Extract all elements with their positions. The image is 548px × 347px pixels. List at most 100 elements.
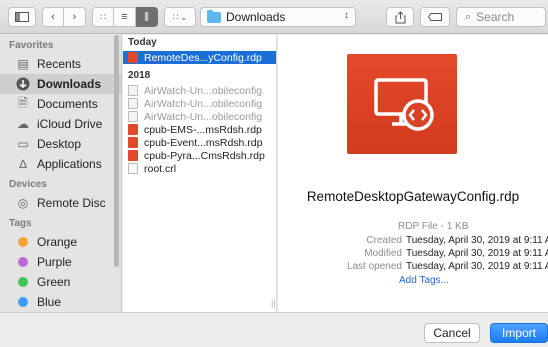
group-header-2018: 2018 bbox=[128, 70, 151, 81]
sidebar-item-applications[interactable]: ∆ Applications bbox=[0, 154, 121, 174]
preview-kind: RDP File - 1 KB bbox=[398, 221, 469, 232]
chevron-left-icon: ‹ bbox=[51, 11, 55, 23]
column-view-button[interactable]: ⫼ bbox=[136, 7, 158, 27]
file-name: cpub-Event...msRdsh.rdp bbox=[144, 136, 263, 149]
config-file-icon bbox=[128, 85, 138, 96]
sidebar-item-label: Documents bbox=[37, 97, 98, 111]
sidebar-item-recents[interactable]: ▤ Recents bbox=[0, 54, 121, 74]
sidebar-item-tag-purple[interactable]: Purple bbox=[0, 252, 121, 272]
back-button[interactable]: ‹ bbox=[42, 7, 64, 27]
cloud-icon: ☁ bbox=[17, 117, 29, 131]
gallery-icon: ∷ bbox=[172, 11, 179, 22]
recents-icon: ▤ bbox=[17, 57, 29, 71]
file-column: Today RemoteDes...yConfig.rdp 2018 AirWa… bbox=[123, 35, 277, 312]
sidebar: Favorites ▤ Recents Downloads 🗎 Document… bbox=[0, 35, 122, 312]
rdp-file-icon bbox=[128, 150, 138, 161]
desktop-icon: ▭ bbox=[17, 137, 29, 151]
file-row[interactable]: cpub-EMS-...msRdsh.rdp bbox=[123, 123, 276, 136]
modified-label: Modified bbox=[364, 248, 402, 259]
file-name: root.crl bbox=[144, 162, 177, 175]
remote-desktop-file-icon bbox=[347, 54, 457, 154]
add-tags-link[interactable]: Add Tags... bbox=[399, 275, 449, 286]
cancel-button[interactable]: Cancel bbox=[424, 323, 480, 343]
sidebar-toggle-button[interactable] bbox=[8, 7, 36, 27]
documents-icon: 🗎 bbox=[18, 95, 28, 110]
sidebar-item-remote-disc[interactable]: ◎ Remote Disc bbox=[0, 193, 121, 213]
sidebar-toggle-icon bbox=[15, 12, 29, 22]
last-opened-value: Tuesday, April 30, 2019 at 9:11 AM bbox=[406, 261, 548, 272]
file-name: cpub-Pyra...CmsRdsh.rdp bbox=[144, 149, 265, 162]
toolbar: ‹ › ∷ ≡ ⫼ ∷ ⌄ Downloads ↕ ⌕ Search bbox=[0, 0, 548, 34]
sidebar-item-tag-green[interactable]: Green bbox=[0, 272, 121, 292]
green-tag-dot-icon bbox=[18, 277, 28, 287]
sidebar-item-label: Remote Disc bbox=[37, 196, 106, 210]
rdp-file-icon bbox=[128, 137, 138, 148]
list-view-button[interactable]: ≡ bbox=[114, 7, 136, 27]
rdp-file-icon bbox=[128, 52, 138, 63]
file-row[interactable]: cpub-Pyra...CmsRdsh.rdp bbox=[123, 149, 276, 162]
search-placeholder: Search bbox=[476, 10, 515, 24]
dialog-footer: Cancel Import bbox=[0, 312, 548, 347]
sidebar-item-downloads[interactable]: Downloads bbox=[0, 74, 121, 94]
tags-header: Tags bbox=[9, 218, 32, 229]
preview-pane: RemoteDesktopGatewayConfig.rdp RDP File … bbox=[278, 35, 548, 312]
file-name: RemoteDes...yConfig.rdp bbox=[144, 51, 262, 64]
chevron-down-icon: ⌄ bbox=[180, 12, 188, 22]
sidebar-item-icloud-drive[interactable]: ☁ iCloud Drive bbox=[0, 114, 121, 134]
tag-icon bbox=[428, 13, 442, 21]
file-row[interactable]: AirWatch-Un...obileconfig bbox=[123, 84, 276, 97]
downloads-icon bbox=[16, 77, 30, 91]
chevron-right-icon: › bbox=[72, 11, 77, 23]
location-popup[interactable]: Downloads ↕ bbox=[200, 7, 356, 27]
icon-view-button[interactable]: ∷ bbox=[92, 7, 114, 27]
share-button[interactable] bbox=[386, 7, 414, 27]
sidebar-item-label: iCloud Drive bbox=[37, 117, 103, 131]
sidebar-scrollbar[interactable] bbox=[114, 35, 119, 267]
sidebar-item-label: Recents bbox=[37, 57, 82, 71]
share-icon bbox=[395, 10, 405, 23]
columns-icon: ⫼ bbox=[144, 11, 149, 23]
column-resize-handle[interactable]: || bbox=[271, 298, 276, 308]
file-row[interactable]: root.crl bbox=[123, 162, 276, 175]
file-row[interactable]: AirWatch-Un...obileconfig bbox=[123, 110, 276, 123]
list-icon: ≡ bbox=[121, 11, 128, 23]
file-row[interactable]: AirWatch-Un...obileconfig bbox=[123, 97, 276, 110]
config-file-icon bbox=[128, 98, 138, 109]
created-label: Created bbox=[366, 235, 402, 246]
file-name: AirWatch-Un...obileconfig bbox=[144, 84, 263, 97]
modified-value: Tuesday, April 30, 2019 at 9:11 AM bbox=[406, 248, 548, 259]
sidebar-item-label: Blue bbox=[37, 295, 62, 309]
config-file-icon bbox=[128, 111, 138, 122]
back-forward-group: ‹ › bbox=[42, 7, 86, 27]
view-mode-group: ∷ ≡ ⫼ bbox=[92, 7, 158, 27]
sidebar-item-documents[interactable]: 🗎 Documents bbox=[0, 94, 121, 114]
folder-icon bbox=[207, 9, 221, 23]
group-button[interactable]: ∷ ⌄ bbox=[164, 7, 196, 27]
last-opened-label: Last opened bbox=[346, 261, 402, 272]
disc-icon: ◎ bbox=[17, 196, 29, 210]
preview-filename: RemoteDesktopGatewayConfig.rdp bbox=[306, 189, 520, 204]
created-value: Tuesday, April 30, 2019 at 9:11 AM bbox=[406, 235, 548, 246]
search-icon: ⌕ bbox=[465, 10, 472, 23]
grid-icon: ∷ bbox=[100, 11, 106, 22]
sidebar-item-desktop[interactable]: ▭ Desktop bbox=[0, 134, 121, 154]
blue-tag-dot-icon bbox=[18, 297, 28, 307]
sidebar-item-tag-orange[interactable]: Orange bbox=[0, 232, 121, 252]
file-name: cpub-EMS-...msRdsh.rdp bbox=[144, 123, 262, 136]
devices-header: Devices bbox=[9, 179, 47, 190]
sidebar-item-label: Applications bbox=[37, 157, 102, 171]
sidebar-item-label: Green bbox=[37, 275, 71, 289]
tags-button[interactable] bbox=[420, 7, 450, 27]
certificate-file-icon bbox=[128, 163, 138, 174]
sidebar-item-label: Purple bbox=[37, 255, 72, 269]
forward-button[interactable]: › bbox=[64, 7, 86, 27]
sidebar-item-label: Orange bbox=[37, 235, 78, 249]
file-row[interactable]: RemoteDes...yConfig.rdp bbox=[123, 51, 276, 64]
file-name: AirWatch-Un...obileconfig bbox=[144, 110, 263, 123]
sidebar-item-tag-blue[interactable]: Blue bbox=[0, 292, 121, 312]
updown-chevron-icon: ↕ bbox=[344, 10, 349, 21]
group-header-today: Today bbox=[128, 37, 157, 48]
file-row[interactable]: cpub-Event...msRdsh.rdp bbox=[123, 136, 276, 149]
import-button[interactable]: Import bbox=[490, 323, 548, 343]
search-input[interactable]: ⌕ Search bbox=[456, 7, 546, 27]
